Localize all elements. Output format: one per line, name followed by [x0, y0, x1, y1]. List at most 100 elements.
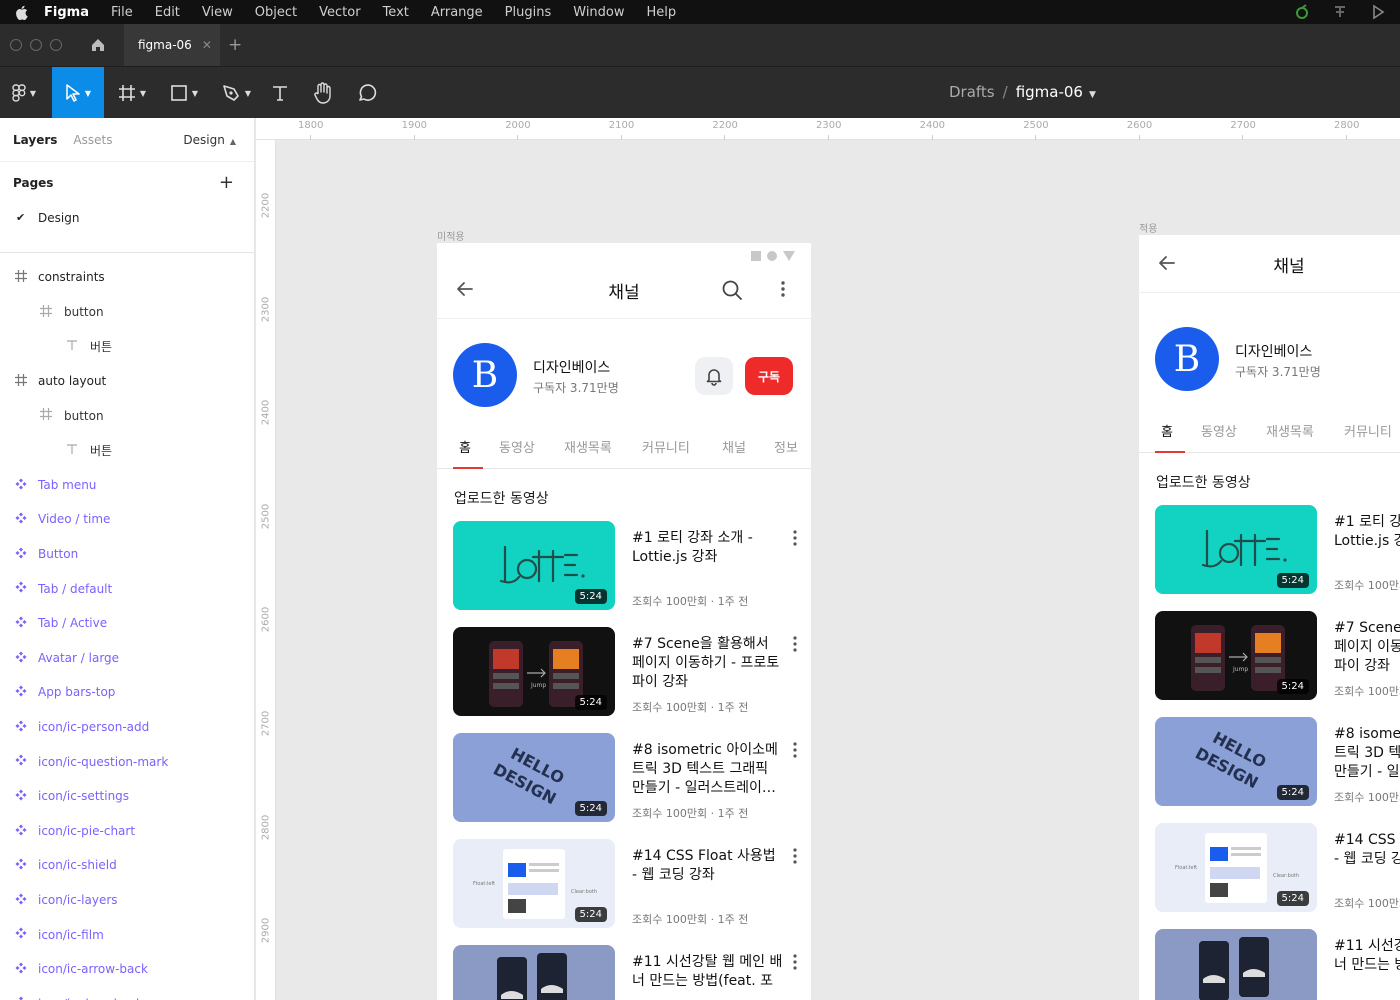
notification-bell-button[interactable]	[695, 357, 733, 395]
video-title[interactable]: #11 시선강탈 웹 메인 배너 만드는 방법(feat. 포	[632, 953, 784, 991]
layer-item[interactable]: icon/ic-question-mark	[0, 744, 254, 779]
video-thumbnail[interactable]: Jump 5:24	[453, 627, 615, 716]
pen-tool-button[interactable]: ▼	[212, 67, 260, 119]
layer-item[interactable]: 버튼	[0, 329, 254, 364]
text-tool-button[interactable]	[264, 67, 296, 119]
video-list-item[interactable]: #11 시선강탈 웹 메인 배너 만드는 방법(feat. 포	[1139, 929, 1400, 1000]
layer-item[interactable]: button	[0, 295, 254, 330]
video-title[interactable]: #11 시선강탈 웹 메인 배너 만드는 방법(feat. 포	[1334, 937, 1400, 975]
video-title[interactable]: #7 Scene을 활용해서 페이지 이동하기 - 프로토파이 강좌	[632, 635, 784, 693]
page-item-design[interactable]: ✔ Design	[0, 204, 254, 232]
layer-item[interactable]: Avatar / large	[0, 641, 254, 676]
comment-tool-button[interactable]	[350, 67, 384, 119]
tab-item[interactable]: 동영상	[1201, 421, 1237, 440]
avatar-large[interactable]: B	[1155, 327, 1219, 391]
main-menu-button[interactable]: ▼	[0, 67, 48, 119]
video-title[interactable]: #7 Scene을 활용해서 페이지 이동하기 - 프로토파이 강좌	[1334, 619, 1400, 677]
frame-label[interactable]: 적용	[1139, 220, 1157, 235]
menu-vector[interactable]: Vector	[308, 5, 371, 20]
tab-item[interactable]: 정보	[774, 437, 798, 456]
tab-item[interactable]: 채널	[722, 437, 746, 456]
window-close-button[interactable]	[10, 39, 22, 51]
phone-frame[interactable]: 채널 B 디자인베이스 구독자 3.71만명 홈 동영상 재생목록 커뮤니티 업로드한 동영상 5…	[1139, 235, 1400, 1000]
tab-item[interactable]: 커뮤니티	[642, 437, 690, 456]
video-list-item[interactable]: #11 시선강탈 웹 메인 배너 만드는 방법(feat. 포	[437, 945, 811, 1000]
layer-item[interactable]: Tab / Active	[0, 606, 254, 641]
video-title[interactable]: #8 isometric 아이소메트릭 3D 텍스트 그래픽 만들기 - 일러스…	[632, 741, 784, 799]
close-tab-icon[interactable]: ✕	[202, 38, 212, 52]
more-vertical-icon[interactable]	[793, 741, 797, 763]
video-thumbnail[interactable]: Float:left Clear:both 5:24	[453, 839, 615, 928]
page-switcher[interactable]: Design ▲	[183, 133, 236, 147]
layer-item[interactable]: icon/ic-settings	[0, 779, 254, 814]
document-tab[interactable]: figma-06 ✕	[124, 24, 220, 66]
menu-text[interactable]: Text	[372, 5, 420, 20]
video-thumbnail[interactable]: Float:left Clear:both 5:24	[1155, 823, 1317, 912]
menu-edit[interactable]: Edit	[144, 5, 191, 20]
menu-object[interactable]: Object	[244, 5, 308, 20]
more-vertical-icon[interactable]	[793, 529, 797, 551]
phone-frame[interactable]: 채널 B 디자인베이스 구독자 3.71만명 구독 홈 동영상 재생목록 커뮤니티 채널 정보 업로드…	[437, 243, 811, 1000]
video-list-item[interactable]: 5:24 #1 로티 강좌 소개 - Lottie.js 강좌조회수 100만회 …	[437, 521, 811, 621]
layer-item[interactable]: icon/ic-person-add	[0, 710, 254, 745]
status-leaf-icon[interactable]	[1294, 4, 1310, 20]
video-list-item[interactable]: Jump 5:24 #7 Scene을 활용해서 페이지 이동하기 - 프로토파이 …	[1139, 611, 1400, 711]
frame-tool-button[interactable]: ▼	[108, 67, 156, 119]
video-title[interactable]: #14 CSS Float 사용법 - 웹 코딩 강좌	[632, 847, 784, 905]
more-vertical-icon[interactable]	[793, 953, 797, 975]
frame-label[interactable]: 미적용	[437, 228, 465, 243]
video-list-item[interactable]: HELLODESIGN5:24 #8 isometric 아이소메트릭 3D 텍스…	[1139, 717, 1400, 817]
home-icon[interactable]	[90, 37, 106, 53]
menu-arrange[interactable]: Arrange	[420, 5, 494, 20]
menu-view[interactable]: View	[191, 5, 244, 20]
layer-item[interactable]: Tab / default	[0, 571, 254, 606]
more-vertical-icon[interactable]	[781, 279, 785, 303]
video-list-item[interactable]: HELLODESIGN5:24 #8 isometric 아이소메트릭 3D 텍스…	[437, 733, 811, 833]
video-thumbnail[interactable]: Jump 5:24	[1155, 611, 1317, 700]
menu-window[interactable]: Window	[562, 5, 635, 20]
layer-item[interactable]: icon/ic-layers	[0, 883, 254, 918]
tab-layers[interactable]: Layers	[13, 133, 57, 147]
layer-item[interactable]: Video / time	[0, 502, 254, 537]
tab-assets[interactable]: Assets	[73, 133, 112, 147]
breadcrumb-drafts[interactable]: Drafts	[949, 83, 995, 101]
video-title[interactable]: #1 로티 강좌 소개 - Lottie.js 강좌	[632, 529, 784, 587]
layer-item[interactable]: Button	[0, 537, 254, 572]
menu-file[interactable]: File	[100, 5, 144, 20]
window-minimize-button[interactable]	[30, 39, 42, 51]
layer-item[interactable]: auto layout	[0, 364, 254, 399]
video-list-item[interactable]: Float:left Clear:both 5:24 #14 CSS Float 사용…	[1139, 823, 1400, 923]
move-tool-button[interactable]: ▼	[52, 67, 104, 119]
layer-item[interactable]: Tab menu	[0, 468, 254, 503]
shape-tool-button[interactable]: ▼	[160, 67, 208, 119]
video-title[interactable]: #8 isometric 아이소메트릭 3D 텍스트 그래픽 만들기 - 일러스…	[1334, 725, 1400, 783]
layer-item[interactable]: icon/ic-shield	[0, 848, 254, 883]
tab-item[interactable]: 홈	[1161, 421, 1173, 440]
status-play-icon[interactable]	[1370, 4, 1386, 20]
video-thumbnail[interactable]: HELLO DESIGN 5:24	[1155, 717, 1317, 806]
video-thumbnail[interactable]: 5:24	[453, 521, 615, 610]
menu-app-name[interactable]: Figma	[30, 5, 100, 20]
layer-item[interactable]: button	[0, 398, 254, 433]
new-tab-icon[interactable]: +	[228, 35, 242, 55]
add-page-icon[interactable]: +	[219, 172, 234, 193]
chevron-down-icon[interactable]: ▼	[1089, 90, 1096, 100]
design-canvas[interactable]: 미적용 채널 B 디자인베이스 구독자 3.71만명 구독 홈 동영상 재생목록 커뮤니티 채널 정보…	[277, 141, 1400, 1000]
tab-item[interactable]: 동영상	[499, 437, 535, 456]
video-list-item[interactable]: 5:24 #1 로티 강좌 소개 - Lottie.js 강좌조회수 100만회 …	[1139, 505, 1400, 605]
tab-item[interactable]: 홈	[459, 437, 471, 456]
layer-item[interactable]: icon/ic-film	[0, 917, 254, 952]
video-list-item[interactable]: Float:left Clear:both 5:24 #14 CSS Float 사용…	[437, 839, 811, 939]
status-app-icon[interactable]	[1332, 4, 1348, 20]
search-icon[interactable]	[721, 279, 743, 305]
tab-item[interactable]: 재생목록	[564, 437, 612, 456]
layer-item[interactable]: icon/ic-download	[0, 986, 254, 1000]
apple-icon[interactable]	[12, 5, 30, 20]
layer-item[interactable]: icon/ic-pie-chart	[0, 814, 254, 849]
tab-item[interactable]: 재생목록	[1266, 421, 1314, 440]
avatar-large[interactable]: B	[453, 343, 517, 407]
video-title[interactable]: #1 로티 강좌 소개 - Lottie.js 강좌	[1334, 513, 1400, 571]
layer-item[interactable]: constraints	[0, 260, 254, 295]
layer-item[interactable]: App bars-top	[0, 675, 254, 710]
window-zoom-button[interactable]	[50, 39, 62, 51]
